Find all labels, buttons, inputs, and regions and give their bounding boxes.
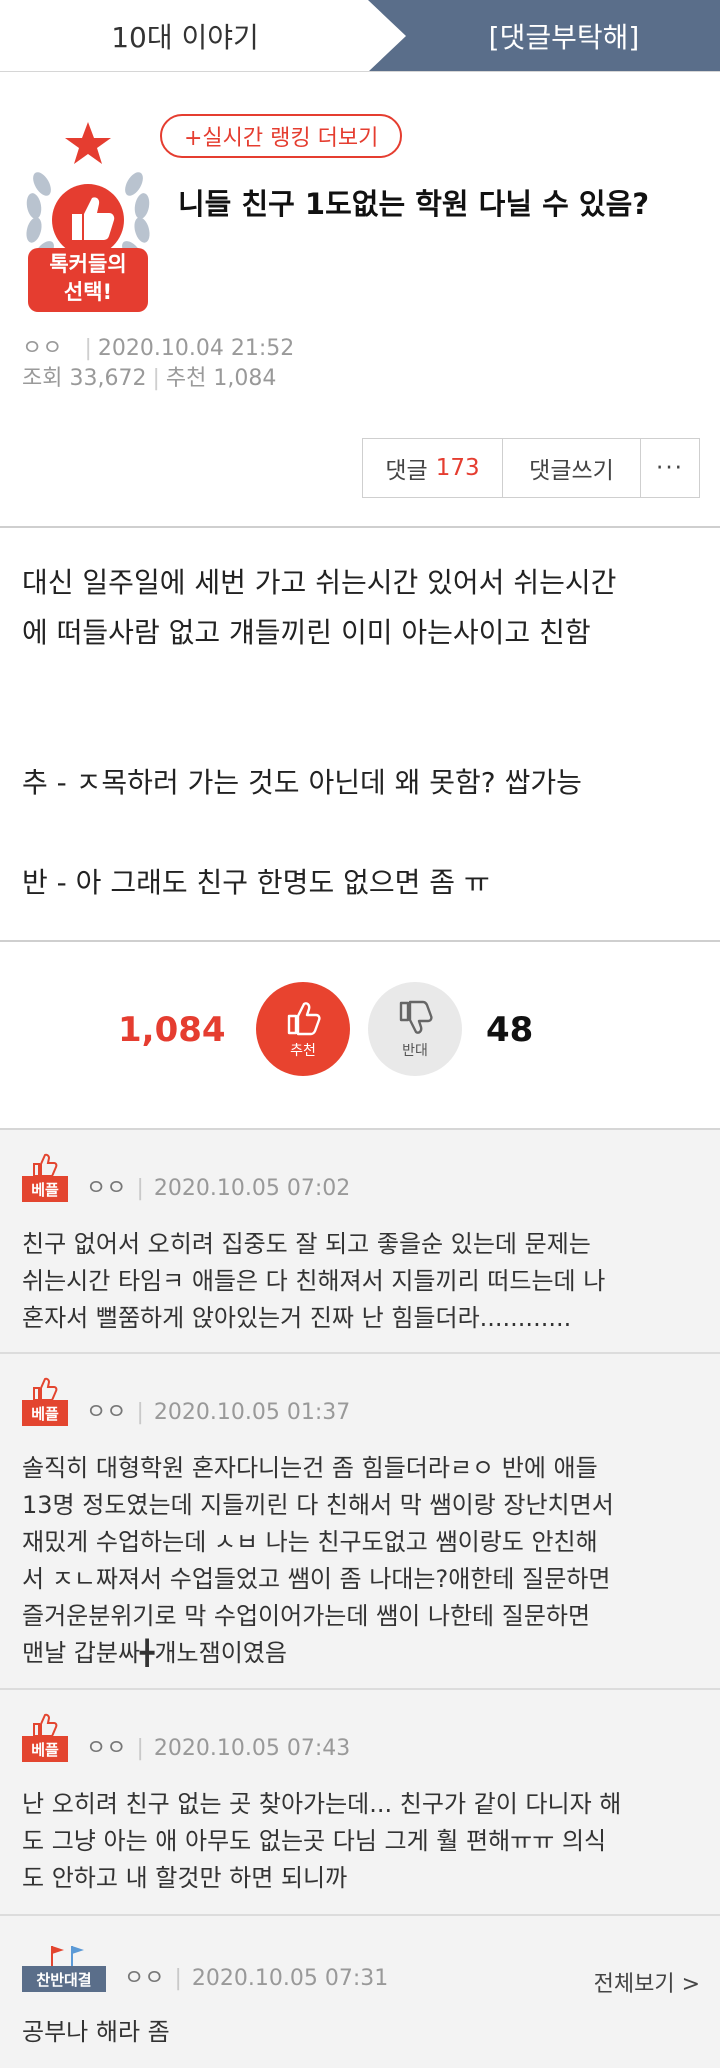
post-date: 2020.10.04 21:52 (97, 336, 295, 361)
view-all-link[interactable]: 전체보기 > (594, 1966, 700, 1998)
post-stats: 조회 33,672 | 추천 1,084 (22, 366, 277, 391)
comment-line: 13명 정도였는데 지들끼린 다 친해서 막 쌤이랑 장난치면서 (22, 1491, 614, 1519)
comment-item: 찬반대결 ㅇㅇ | 2020.10.05 07:31 전체보기 > 공부나 해라… (0, 1916, 720, 2068)
comment-line: 솔직히 대형학원 혼자다니는건 좀 힘들더라ㄹㅇ 반에 애들 (22, 1454, 598, 1482)
comment-line: 공부나 해라 좀 (22, 2018, 170, 2046)
downvote-label: 반대 (402, 1043, 428, 1059)
comment-time: 2020.10.05 07:43 (153, 1736, 351, 1761)
upvote-count: 1,084 (118, 1010, 226, 1050)
recommend-label: 추천 (165, 366, 207, 391)
tab-comment-request[interactable]: [댓글부탁해] (368, 0, 720, 71)
debate-label: 찬반대결 (22, 1966, 106, 1992)
best-comment-badge: 베플 (22, 1712, 68, 1762)
separator: | (174, 1966, 182, 1991)
comment-line: 난 오히려 친구 없는 곳 찾아가는데... 친구가 같이 다니자 해 (22, 1790, 622, 1818)
body-line (22, 658, 702, 708)
realtime-ranking-button[interactable]: +실시간 랭킹 더보기 (160, 114, 403, 158)
body-line (22, 708, 702, 758)
talkers-choice-badge: 톡커들의 선택! (22, 122, 154, 312)
body-line (22, 808, 702, 858)
post-title: 니들 친구 1도없는 학원 다닐 수 있음? (178, 187, 650, 221)
comment-time: 2020.10.05 07:02 (153, 1176, 351, 1201)
comment-line: 쉬는시간 타임ㅋ 애들은 다 친해져서 지들끼리 떠드는데 나 (22, 1267, 606, 1295)
body-line: 반 - 아 그래도 친구 한명도 없으면 좀 ㅠ (22, 866, 490, 899)
comment-line: 맨날 갑분싸╋개노잼이였음 (22, 1639, 287, 1667)
comment-text: 친구 없어서 오히려 집중도 잘 되고 좋을순 있는데 문제는 쉬는시간 타임ㅋ… (22, 1226, 702, 1337)
comment-author: ㅇㅇ (124, 1966, 165, 1991)
separator: | (136, 1176, 144, 1201)
comment-author: ㅇㅇ (86, 1176, 127, 1201)
comment-author: ㅇㅇ (86, 1400, 127, 1425)
post-actions: 댓글 173 댓글쓰기 ··· (362, 438, 700, 498)
comment-header: 베플 ㅇㅇ | 2020.10.05 07:02 (22, 1152, 350, 1202)
badge-line-2: 선택! (63, 280, 113, 304)
thumbs-up-icon (33, 1153, 58, 1177)
badge-text: 톡커들의 선택! (28, 250, 148, 306)
post-author-date: ㅇㅇ | 2020.10.04 21:52 (22, 336, 295, 361)
downvote-count: 48 (486, 1010, 534, 1050)
vote-section: 1,084 추천 반대 48 (0, 942, 720, 1128)
comment-header: 베플 ㅇㅇ | 2020.10.05 07:43 (22, 1712, 350, 1762)
comment-header: 찬반대결 ㅇㅇ | 2020.10.05 07:31 (22, 1942, 388, 1992)
best-comment-badge: 베플 (22, 1376, 68, 1426)
thumbs-up-icon (287, 1002, 321, 1036)
comment-header: 베플 ㅇㅇ | 2020.10.05 01:37 (22, 1376, 350, 1426)
comment-line: 재밌게 수업하는데 ㅅㅂ 나는 친구도없고 쌤이랑도 안친해 (22, 1528, 598, 1556)
best-comments-section: 베플 ㅇㅇ | 2020.10.05 07:02 친구 없어서 오히려 집중도 … (0, 1128, 720, 2068)
separator: | (136, 1736, 144, 1761)
thumbs-up-icon (33, 1377, 58, 1401)
upvote-button[interactable]: 추천 (256, 982, 350, 1076)
recommend-count: 1,084 (213, 366, 277, 391)
write-comment-button[interactable]: 댓글쓰기 (503, 439, 641, 497)
comment-time: 2020.10.05 07:31 (191, 1966, 389, 1991)
comment-text: 난 오히려 친구 없는 곳 찾아가는데... 친구가 같이 다니자 해 도 그냥… (22, 1786, 702, 1897)
body-line: 에 떠들사람 없고 걔들끼린 이미 아는사이고 친함 (22, 616, 591, 649)
upvote-label: 추천 (290, 1043, 316, 1059)
best-comment-badge: 베플 (22, 1152, 68, 1202)
downvote-button[interactable]: 반대 (368, 982, 462, 1076)
comment-text: 솔직히 대형학원 혼자다니는건 좀 힘들더라ㄹㅇ 반에 애들 13명 정도였는데… (22, 1450, 702, 1672)
comment-line: 친구 없어서 오히려 집중도 잘 되고 좋을순 있는데 문제는 (22, 1230, 591, 1258)
best-label: 베플 (22, 1736, 68, 1762)
comment-line: 서 ㅈㄴ짜져서 수업들었고 쌤이 좀 나대는?애한테 질문하면 (22, 1565, 611, 1593)
comments-button[interactable]: 댓글 173 (363, 439, 503, 497)
body-line: 대신 일주일에 세번 가고 쉬는시간 있어서 쉬는시간 (22, 566, 617, 599)
comments-count: 173 (435, 455, 480, 481)
views-count: 33,672 (69, 366, 147, 391)
best-label: 베플 (22, 1400, 68, 1426)
comment-item: 베플 ㅇㅇ | 2020.10.05 01:37 솔직히 대형학원 혼자다니는건… (0, 1354, 720, 1690)
debate-badge: 찬반대결 (22, 1944, 106, 1992)
comment-time: 2020.10.05 01:37 (153, 1400, 351, 1425)
more-button[interactable]: ··· (641, 439, 699, 497)
post-author: ㅇㅇ (22, 336, 63, 361)
body-line: 추 - ㅈ목하러 가는 것도 아닌데 왜 못함? 쌉가능 (22, 766, 582, 799)
tab-bar: 10대 이야기 [댓글부탁해] (0, 0, 720, 72)
thumbs-down-icon (399, 1000, 433, 1034)
flags-icon (51, 1946, 84, 1966)
comment-line: 즐거운분위기로 막 수업이어가는데 쌤이 나한테 질문하면 (22, 1602, 591, 1630)
best-label: 베플 (22, 1176, 68, 1202)
comment-line: 도 안하고 내 할것만 하면 되니까 (22, 1864, 348, 1892)
comment-text: 공부나 해라 좀 (22, 2014, 702, 2051)
comment-item: 베플 ㅇㅇ | 2020.10.05 07:02 친구 없어서 오히려 집중도 … (0, 1130, 720, 1354)
divider (0, 526, 720, 528)
comments-label: 댓글 (385, 458, 428, 484)
separator: | (136, 1400, 144, 1425)
views-label: 조회 (22, 366, 63, 391)
comment-line: 도 그냥 아는 애 아무도 없는곳 다님 그게 훨 편해ㅠㅠ 의식 (22, 1827, 607, 1855)
comment-item: 베플 ㅇㅇ | 2020.10.05 07:43 난 오히려 친구 없는 곳 찾… (0, 1690, 720, 1916)
comment-author: ㅇㅇ (86, 1736, 127, 1761)
tab-teen-stories[interactable]: 10대 이야기 (0, 0, 370, 71)
badge-line-1: 톡커들의 (49, 252, 127, 276)
comment-line: 혼자서 뻘쭘하게 앉아있는거 진짜 난 힘들더라............ (22, 1304, 572, 1332)
thumbs-up-icon (33, 1713, 58, 1737)
post-body: 대신 일주일에 세번 가고 쉬는시간 있어서 쉬는시간 에 떠들사람 없고 걔들… (22, 558, 702, 908)
post-header: +실시간 랭킹 더보기 톡커들의 선택! 니들 친구 1도없는 학원 다닐 수 … (0, 72, 720, 528)
